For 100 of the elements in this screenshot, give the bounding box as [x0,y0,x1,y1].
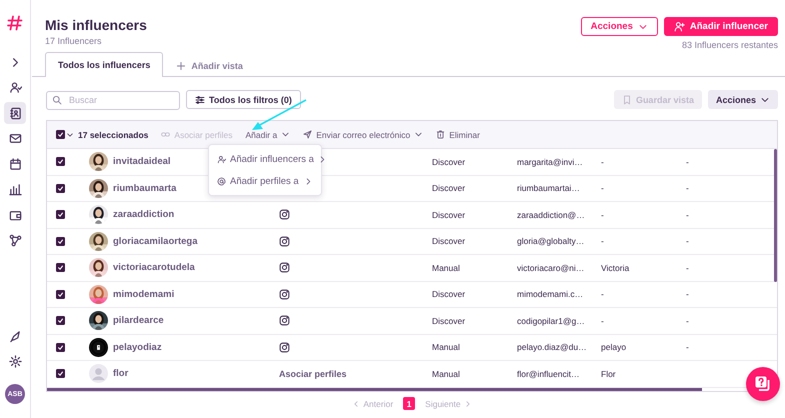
table-cell: zaraaddiction@… [517,210,585,220]
row-checkbox[interactable] [56,184,65,193]
chevron-down-icon [281,130,290,139]
network-icon [8,234,22,247]
avatar-placeholder-icon [89,364,108,384]
table-cell: victoriacaro@ni… [517,262,584,273]
wallet-icon [8,208,22,222]
help-button[interactable] [746,367,780,401]
row-checkbox[interactable] [56,236,65,246]
table-cell: riumbaumartai… [517,183,580,194]
table-cell: Discover [432,236,466,246]
table-cell: - [686,183,689,194]
table-cell: - [686,289,689,300]
menu-item[interactable]: Añadir influencers a [209,148,321,170]
filters-button[interactable]: Todos los filtros (0) [186,90,301,109]
table-cell: Discover [432,316,466,326]
influencer-name[interactable]: pelayodiaz [113,342,162,353]
table-cell: Discover [432,289,466,300]
bulk-action-button[interactable]: Eliminar [436,130,480,140]
chevron-left-icon [352,400,360,408]
influencer-name[interactable]: zaraaddiction [113,209,174,220]
table-cell: - [686,156,689,167]
users-icon [8,81,22,94]
chevron-right-icon [464,400,472,408]
table-cell: - [601,236,604,246]
scrollbar[interactable] [47,388,702,390]
trash-icon [436,130,446,139]
scrollbar[interactable] [774,149,777,282]
nav-item[interactable] [4,102,26,124]
settings-icon [8,355,22,368]
table-cell: - [686,342,689,352]
send-icon [303,130,312,139]
influencer-name[interactable]: flor [113,368,128,380]
row-checkbox[interactable] [56,342,65,352]
users-icon [217,154,226,164]
table-cell: Discover [432,183,466,194]
chevron-down-icon[interactable] [66,130,74,138]
table-cell: mimodemami.c… [517,289,584,300]
row-checkbox[interactable] [56,369,65,378]
bulk-action-button[interactable]: Añadir a [246,130,290,140]
select-all-checkbox[interactable] [56,130,65,139]
page-title: Mis influencers [45,17,147,33]
menu-item[interactable]: Añadir perfiles a [209,170,321,192]
influencer-name[interactable]: mimodemami [113,288,174,300]
table-cell: flor@influencit… [517,368,580,379]
influencer-name[interactable]: victoriacarotudela [113,262,195,274]
bookmark-icon [622,94,632,104]
tab[interactable]: Todos los influencers [45,52,164,77]
remaining-count: 83 Influencers restantes [682,40,778,50]
logo-icon[interactable] [7,15,23,31]
table-cell: Manual [432,342,460,352]
row-checkbox[interactable] [56,290,65,299]
influencer-count: 17 Influencers [45,36,103,46]
influencer-name[interactable]: gloriacamilaortega [113,236,198,247]
chevron-down-icon [414,130,424,139]
table-cell: margarita@invi… [517,156,583,167]
help-icon [754,375,772,393]
table-cell: Flor [601,368,616,379]
page-button[interactable]: 1 [403,397,416,410]
table-cell: - [601,156,604,167]
table-cell: Victoria [601,262,630,273]
actions-button[interactable]: Acciones [580,17,658,36]
influencer-name[interactable]: pilardearce [113,315,164,326]
table-cell: codigopilar1@g… [517,316,585,326]
influencer-name[interactable]: riumbaumarta [113,182,176,194]
table-cell: pelayo [601,342,626,352]
row-checkbox[interactable] [56,157,65,166]
actions-button[interactable]: Acciones [708,90,778,109]
contacts-icon [8,106,22,120]
filter-icon [195,94,205,104]
search-field[interactable]: Buscar [46,90,180,110]
table-cell: Asociar perfiles [279,368,347,379]
annotation-arrow [250,98,308,132]
search-icon [52,94,62,104]
table-cell: Manual [432,368,460,379]
table-cell: - [601,183,604,194]
calendar-icon [8,158,22,170]
add-influencer-button[interactable]: Añadir influencer [664,17,778,36]
table-cell: - [686,236,689,246]
at-icon [217,176,226,186]
chevron-right-icon [304,176,313,186]
table-cell: pelayo.diaz@du… [517,342,587,352]
influencer-name[interactable]: invitadaideal [113,156,171,168]
table-cell: - [601,316,604,326]
table-cell: - [601,210,604,220]
row-checkbox[interactable] [56,316,65,326]
mail-icon [8,132,22,145]
table-cell: gloria@globalty… [517,236,584,246]
table-cell: Discover [432,156,466,167]
row-checkbox[interactable] [56,210,65,220]
table-cell: Discover [432,210,466,220]
selected-count: 17 seleccionados [78,130,148,140]
link-icon [161,130,170,139]
table-cell: - [601,289,604,300]
user-add-icon [674,21,685,32]
bulk-action-button[interactable]: Enviar correo electrónico [303,130,424,140]
tab[interactable]: Añadir vista [163,53,256,77]
table-cell: - [686,210,689,220]
row-checkbox[interactable] [56,263,65,272]
table-cell: Manual [432,262,460,273]
